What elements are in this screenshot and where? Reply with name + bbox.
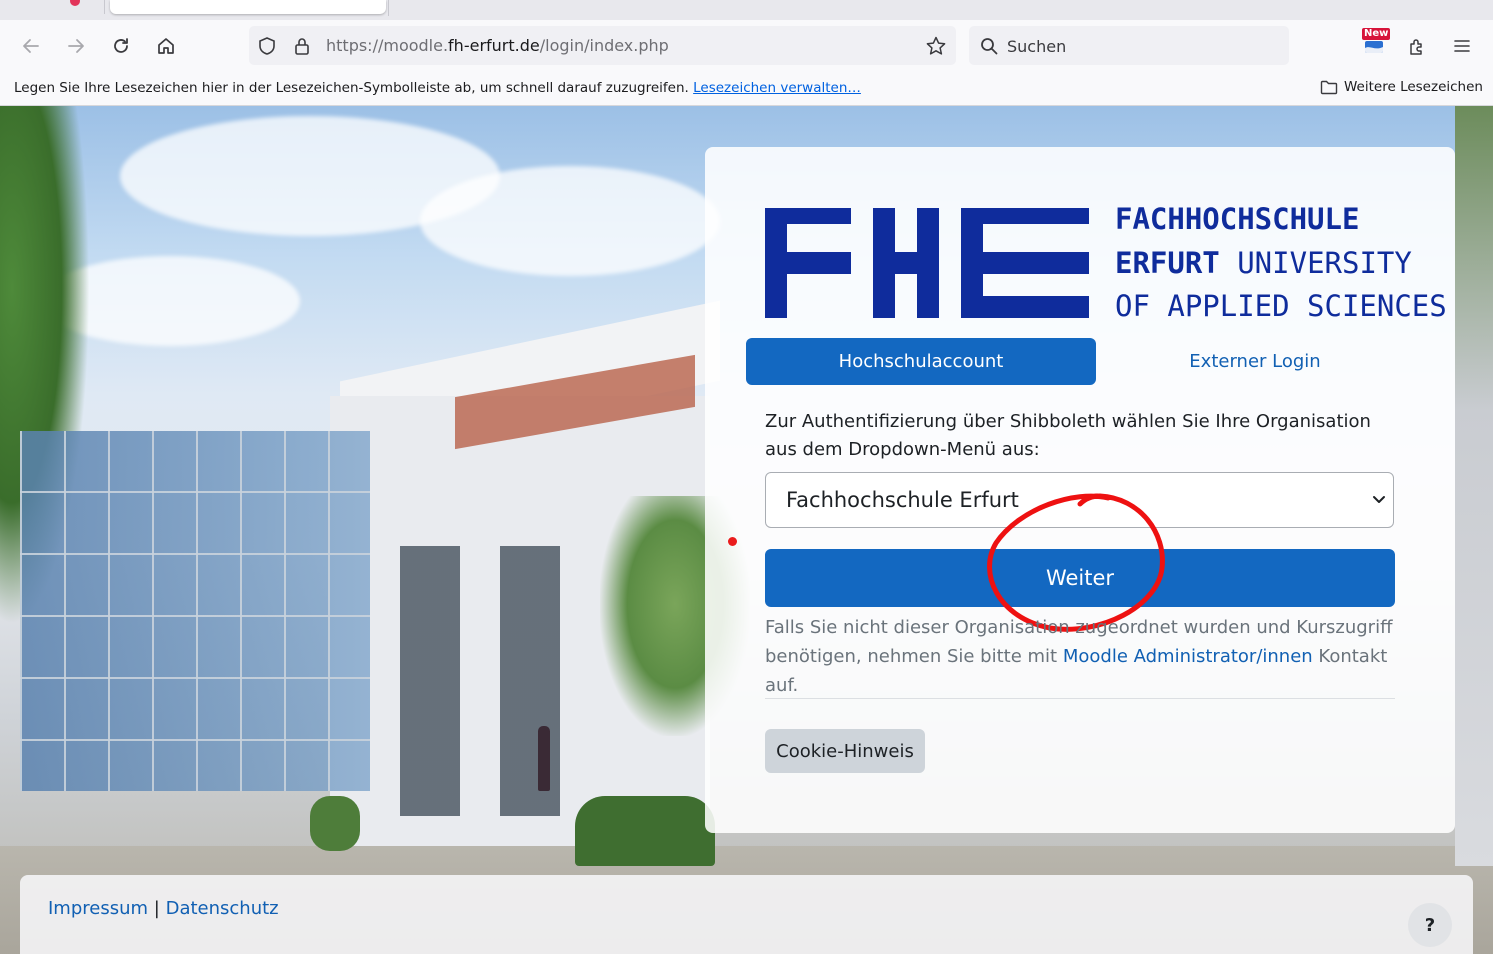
help-button[interactable]: ? [1408,903,1452,947]
tab-separator [388,0,389,16]
shibboleth-instruction: Zur Authentifizierung über Shibboleth wä… [765,411,1371,460]
tab-favicon-icon [70,0,80,6]
tab-strip [0,0,1493,20]
forward-button[interactable] [62,32,90,60]
bookmarks-hint: Legen Sie Ihre Lesezeichen hier in der L… [14,80,861,96]
card-divider [765,698,1395,699]
arrow-right-icon [68,39,84,53]
other-bookmarks-label: Weitere Lesezeichen [1344,79,1483,95]
home-icon [158,38,174,54]
extensions-button[interactable] [1403,32,1431,60]
menu-button[interactable] [1448,32,1476,60]
organisation-select[interactable]: Fachhochschule Erfurt [765,472,1394,528]
weiter-button[interactable]: Weiter [765,549,1395,607]
new-badge: New [1362,28,1391,40]
browser-tab-inactive[interactable] [0,0,105,14]
logo-line-1: FACHHOCHSCHULE [1115,202,1360,236]
other-bookmarks-button[interactable]: Weitere Lesezeichen [1320,79,1483,95]
organisation-select-value: Fachhochschule Erfurt [786,488,1019,512]
home-button[interactable] [152,32,180,60]
lock-icon[interactable] [291,35,313,57]
cookie-notice-button[interactable]: Cookie-Hinweis [765,729,925,773]
url-bar[interactable]: https://moodle.fh-erfurt.de/login/index.… [249,26,956,65]
fh-erfurt-logo: FACHHOCHSCHULE ERFURT UNIVERSITY OF APPL… [765,202,1447,323]
fhe-logo-mark [765,208,1089,318]
organisation-note: Falls Sie nicht dieser Organisation zuge… [765,617,1393,696]
reload-button[interactable] [107,32,135,60]
shield-icon[interactable] [256,35,278,57]
logo-line-2: ERFURT UNIVERSITY [1115,246,1412,280]
hamburger-icon [1454,40,1470,52]
datenschutz-link[interactable]: Datenschutz [166,898,279,919]
manage-bookmarks-link[interactable]: Lesezeichen verwalten… [693,80,861,96]
red-marker-dot [728,537,737,546]
navigation-toolbar: https://moodle.fh-erfurt.de/login/index.… [0,20,1493,72]
footer-links: Impressum | Datenschutz [48,898,279,919]
arrow-left-icon [23,39,39,53]
reload-icon [114,38,128,53]
star-bookmark-icon[interactable] [925,35,947,57]
puzzle-icon [1410,39,1422,55]
moodle-admin-link[interactable]: Moodle Administrator/innen [1063,646,1313,667]
logo-line-3: OF APPLIED SCIENCES [1115,289,1447,323]
impressum-link[interactable]: Impressum [48,898,148,919]
chevron-down-icon [1373,496,1385,503]
bookmarks-toolbar: Legen Sie Ihre Lesezeichen hier in der L… [0,72,1493,106]
url-text[interactable]: https://moodle.fh-erfurt.de/login/index.… [326,36,669,55]
back-button[interactable] [17,32,45,60]
search-icon [981,38,998,55]
browser-tab-active[interactable] [110,0,386,14]
footer-separator: | [153,898,160,919]
folder-icon [1320,80,1338,95]
search-bar[interactable]: Suchen [969,26,1289,65]
search-placeholder: Suchen [1007,37,1067,56]
tab-hochschulaccount[interactable]: Hochschulaccount [746,338,1096,385]
tab-external-login[interactable]: Externer Login [1110,338,1400,385]
